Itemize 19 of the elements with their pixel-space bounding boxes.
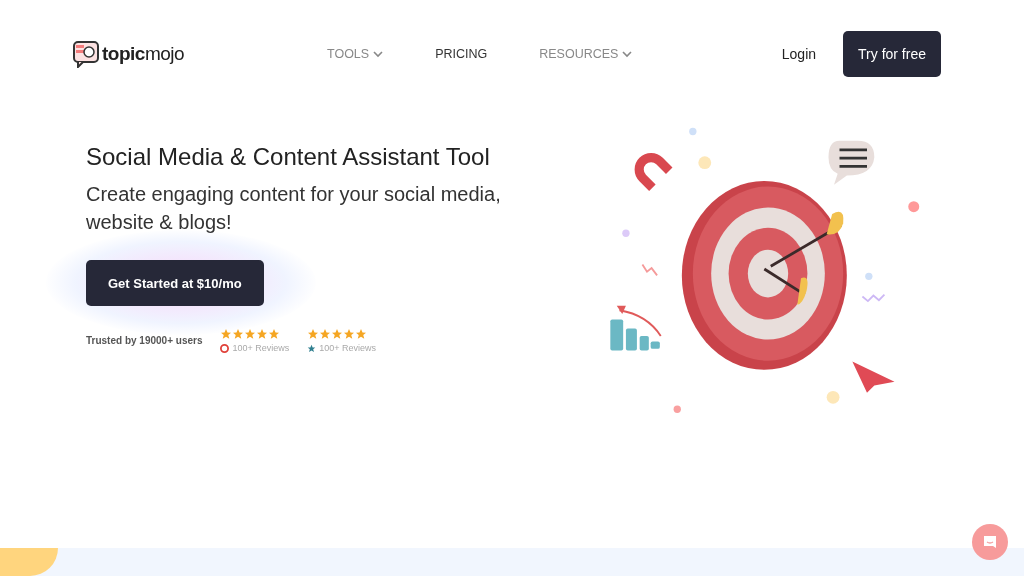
- logo-icon: [72, 40, 100, 68]
- caret-icon: [622, 50, 633, 58]
- review-count: 100+ Reviews: [319, 343, 377, 353]
- caret-icon: [373, 50, 384, 58]
- review-count: 100+ Reviews: [232, 343, 290, 353]
- try-free-button[interactable]: Try for free: [843, 31, 941, 77]
- star-icon: [307, 343, 317, 353]
- nav-link[interactable]: PRICING: [435, 47, 488, 61]
- login-link[interactable]: Login: [781, 46, 817, 62]
- get-started-button[interactable]: Get Started at $10/mo: [86, 260, 264, 306]
- hero-subtitle: Create engaging content for your social media, website & blogs!: [86, 182, 502, 235]
- hero-title: Social Media & Content Assistant Tool: [86, 142, 491, 172]
- logo-text[interactable]: topicmojo: [102, 43, 185, 65]
- trusted-text: Trusted by 19000+ users: [86, 335, 203, 346]
- nav-link[interactable]: RESOURCES: [539, 47, 633, 61]
- blob-shape: [0, 548, 58, 576]
- chat-icon: [982, 534, 998, 550]
- nav-link[interactable]: TOOLS: [327, 47, 384, 61]
- chat-button[interactable]: [972, 524, 1008, 560]
